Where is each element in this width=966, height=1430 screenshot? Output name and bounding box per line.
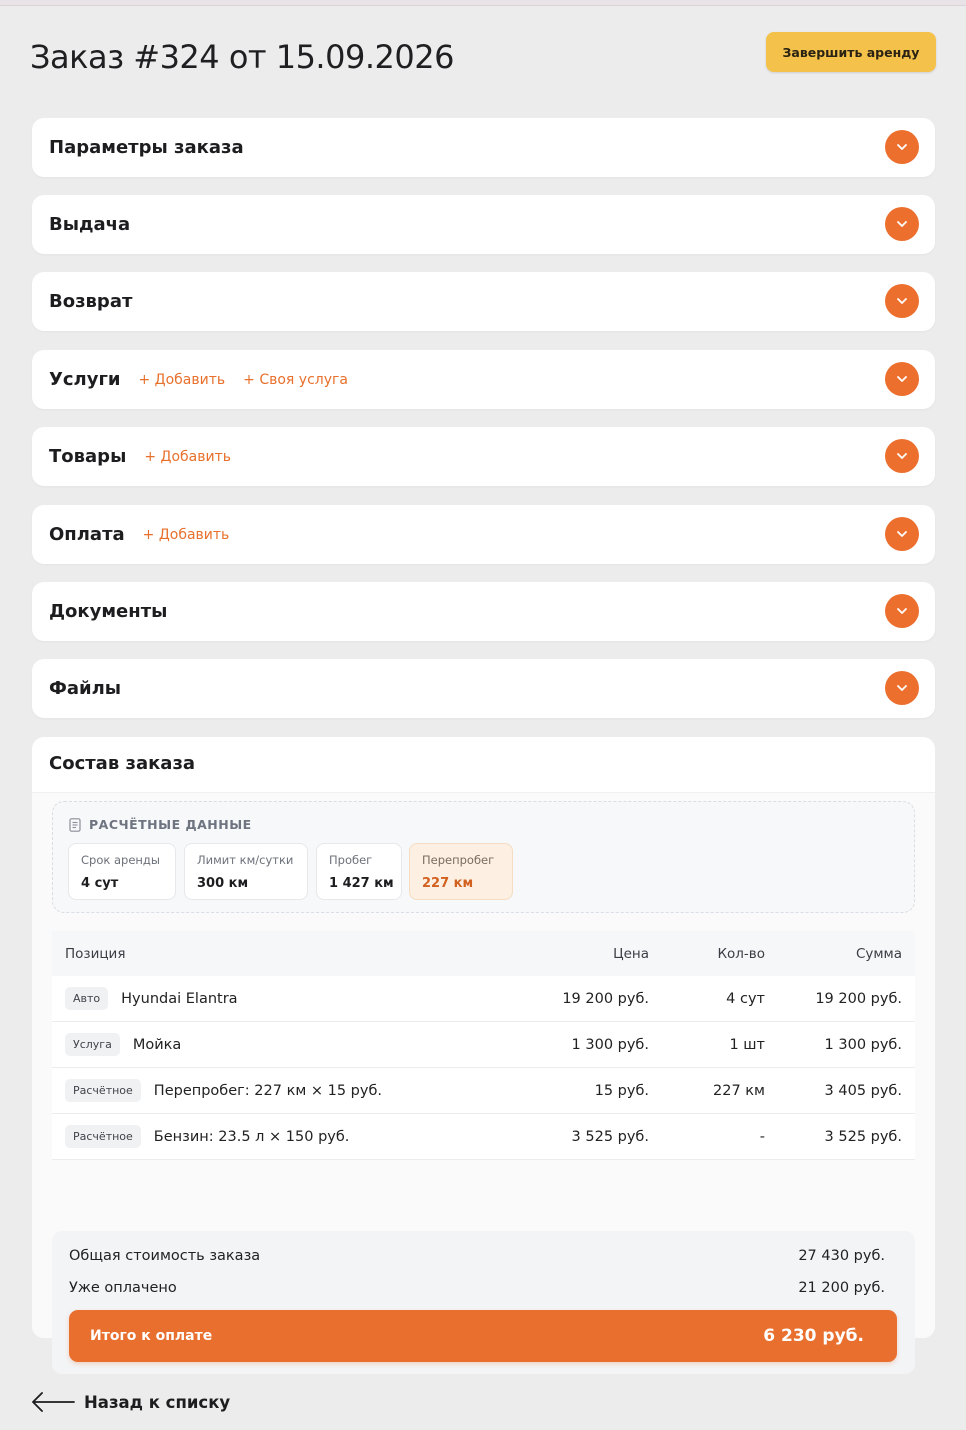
- item-name: Hyundai Elantra: [121, 990, 238, 1007]
- amount-due-bar: Итого к оплате 6 230 руб.: [69, 1310, 897, 1362]
- section-title: Оплата: [49, 524, 125, 545]
- metric-label: Пробег: [329, 853, 373, 867]
- section-title: Файлы: [49, 678, 122, 699]
- section-documents[interactable]: Документы: [32, 582, 935, 641]
- section-title: Документы: [49, 601, 168, 622]
- order-body: РАСЧЁТНЫЕ ДАННЫЕ Срок аренды 4 сут Лимит…: [32, 793, 935, 1374]
- section-title: Товары: [49, 446, 127, 467]
- section-services[interactable]: Услуги + Добавить + Своя услуга: [32, 350, 935, 409]
- section-title: Услуги: [49, 369, 121, 390]
- item-qty: -: [759, 1128, 765, 1145]
- metric-value: 300 км: [197, 876, 249, 891]
- section-payment[interactable]: Оплата + Добавить: [32, 505, 935, 564]
- item-sum: 3 405 руб.: [824, 1082, 902, 1099]
- table-row: Расчётное Бензин: 23.5 л × 150 руб. 3 525…: [52, 1114, 915, 1160]
- table-row: Расчётное Перепробег: 227 км × 15 руб. 15…: [52, 1068, 915, 1114]
- section-return[interactable]: Возврат: [32, 272, 935, 331]
- arrow-left-icon: [32, 1392, 75, 1412]
- metric-mileage: Пробег 1 427 км: [316, 843, 402, 900]
- chevron-down-icon[interactable]: [885, 130, 919, 164]
- item-price: 15 руб.: [594, 1082, 649, 1099]
- item-price: 19 200 руб.: [562, 990, 649, 1007]
- order-composition-card: Состав заказа РАСЧЁТНЫЕ ДАННЫЕ Срок арен…: [32, 737, 935, 1374]
- section-pickup[interactable]: Выдача: [32, 195, 935, 254]
- item-tag: Расчётное: [65, 1125, 141, 1148]
- metric-label: Срок аренды: [81, 853, 160, 867]
- metric-over-mileage: Перепробег 227 км: [409, 843, 513, 900]
- paid-label: Уже оплачено: [69, 1280, 177, 1296]
- col-header-price: Цена: [613, 945, 649, 962]
- chevron-down-icon[interactable]: [885, 362, 919, 396]
- item-name: Мойка: [132, 1036, 182, 1053]
- item-sum: 1 300 руб.: [824, 1036, 902, 1053]
- section-title: Параметры заказа: [49, 137, 244, 158]
- amount-due-value: 6 230 руб.: [763, 1326, 864, 1346]
- order-items-table: Позиция Цена Кол-во Сумма Авто Hyundai El…: [52, 931, 915, 1160]
- item-sum: 19 200 руб.: [815, 990, 902, 1007]
- order-title: Состав заказа: [49, 753, 196, 774]
- paid-value: 21 200 руб.: [798, 1280, 885, 1296]
- calculated-data-box: РАСЧЁТНЫЕ ДАННЫЕ Срок аренды 4 сут Лимит…: [52, 801, 915, 913]
- back-label: Назад к списку: [84, 1392, 231, 1412]
- order-totals: Общая стоимость заказа 27 430 руб. Уже о…: [52, 1231, 915, 1374]
- chevron-down-icon[interactable]: [885, 594, 919, 628]
- total-cost-row: Общая стоимость заказа 27 430 руб.: [69, 1245, 885, 1267]
- item-price: 1 300 руб.: [571, 1036, 649, 1053]
- section-files[interactable]: Файлы: [32, 659, 935, 718]
- col-header-sum: Сумма: [855, 945, 902, 962]
- item-tag: Авто: [65, 987, 109, 1010]
- metric-value: 227 км: [422, 876, 474, 891]
- item-sum: 3 525 руб.: [824, 1128, 902, 1145]
- add-payment-link[interactable]: + Добавить: [143, 527, 230, 543]
- add-service-link[interactable]: + Добавить: [138, 372, 225, 388]
- chevron-down-icon[interactable]: [885, 284, 919, 318]
- item-price: 3 525 руб.: [571, 1128, 649, 1145]
- chevron-down-icon[interactable]: [885, 207, 919, 241]
- chevron-down-icon[interactable]: [885, 517, 919, 551]
- top-border: [0, 0, 966, 6]
- page-title: Заказ #324 от 15.09.2026: [30, 38, 454, 76]
- metric-value: 1 427 км: [329, 876, 394, 891]
- section-title: Выдача: [49, 214, 131, 235]
- metric-km-limit: Лимит км/сутки 300 км: [184, 843, 308, 900]
- chevron-down-icon[interactable]: [885, 671, 919, 705]
- page-header: Заказ #324 от 15.09.2026 Завершить аренд…: [30, 32, 936, 88]
- amount-due-label: Итого к оплате: [90, 1328, 213, 1344]
- paid-row: Уже оплачено 21 200 руб.: [69, 1277, 885, 1299]
- metric-value: 4 сут: [81, 876, 119, 891]
- add-custom-service-link[interactable]: + Своя услуга: [243, 372, 348, 388]
- total-cost-label: Общая стоимость заказа: [69, 1248, 261, 1264]
- item-qty: 4 сут: [726, 990, 765, 1007]
- table-row: Услуга Мойка 1 300 руб. 1 шт 1 300 руб.: [52, 1022, 915, 1068]
- metric-label: Перепробег: [422, 853, 495, 867]
- section-order-params[interactable]: Параметры заказа: [32, 118, 935, 177]
- finish-rental-button[interactable]: Завершить аренду: [766, 32, 936, 72]
- table-header: Позиция Цена Кол-во Сумма: [52, 931, 915, 976]
- item-name: Бензин: 23.5 л × 150 руб.: [153, 1128, 350, 1145]
- metric-rental-term: Срок аренды 4 сут: [68, 843, 176, 900]
- item-tag: Расчётное: [65, 1079, 141, 1102]
- document-icon: [69, 817, 81, 832]
- metric-label: Лимит км/сутки: [197, 853, 294, 867]
- col-header-position: Позиция: [65, 945, 126, 962]
- back-to-list-link[interactable]: Назад к списку: [30, 1390, 230, 1414]
- chevron-down-icon[interactable]: [885, 439, 919, 473]
- item-qty: 1 шт: [729, 1036, 765, 1053]
- section-goods[interactable]: Товары + Добавить: [32, 427, 935, 486]
- item-tag: Услуга: [65, 1033, 120, 1056]
- add-goods-link[interactable]: + Добавить: [144, 449, 231, 465]
- col-header-qty: Кол-во: [717, 945, 765, 962]
- total-cost-value: 27 430 руб.: [798, 1248, 885, 1264]
- item-qty: 227 км: [713, 1082, 765, 1099]
- item-name: Перепробег: 227 км × 15 руб.: [153, 1082, 383, 1099]
- table-row: Авто Hyundai Elantra 19 200 руб. 4 сут 19…: [52, 976, 915, 1022]
- calculated-data-label: РАСЧЁТНЫЕ ДАННЫЕ: [89, 817, 252, 832]
- section-title: Возврат: [49, 291, 133, 312]
